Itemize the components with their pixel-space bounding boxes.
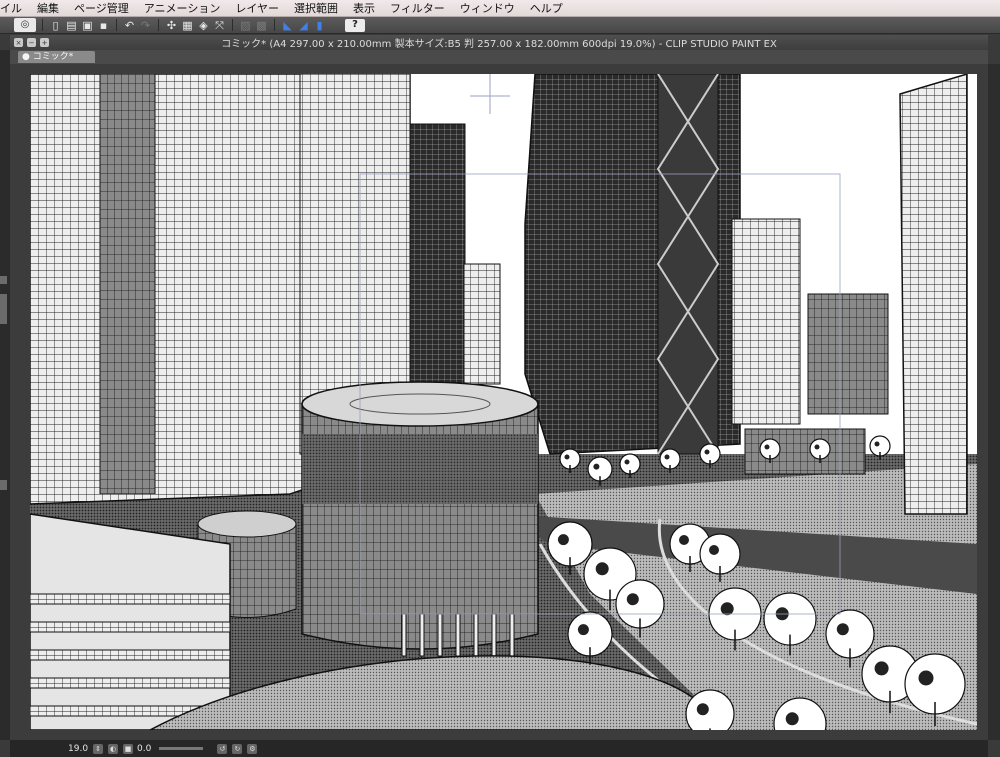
ruler-icon[interactable]: ◣ [281, 19, 294, 32]
balcony-row [30, 621, 231, 633]
braced-frame [657, 74, 719, 455]
toolbar-divider [232, 19, 233, 31]
select-all-icon[interactable]: ▩ [255, 19, 268, 32]
mid-tower [409, 123, 466, 425]
layer-icon[interactable]: ▪ [97, 19, 110, 32]
move-icon[interactable]: ⤧ [213, 19, 226, 32]
menu-selection[interactable]: 選択範囲 [287, 0, 346, 16]
menu-view[interactable]: 表示 [346, 0, 383, 16]
tree-shadow [595, 562, 609, 576]
balcony-row [30, 677, 231, 689]
document-window-titlebar[interactable]: × − + コミック* (A4 297.00 x 210.00mm 製本サイズ:… [10, 35, 988, 50]
zoom-value[interactable]: 19.0 [68, 744, 88, 754]
menu-file[interactable]: イル [0, 0, 30, 16]
drawing-canvas[interactable] [30, 74, 977, 730]
menu-help[interactable]: ヘルプ [523, 0, 571, 16]
tree-shadow [577, 624, 589, 636]
rotate-right-icon[interactable]: ↻ [232, 743, 243, 754]
tree-shadow [704, 449, 710, 455]
right-tower [899, 74, 968, 515]
zoom-stepper-icon[interactable]: ⇕ [93, 743, 104, 754]
document-tab-bar: ● コミック* [10, 50, 988, 64]
open-file-icon[interactable]: ▤ [65, 19, 78, 32]
small-tower [463, 263, 501, 385]
tree-shadow [720, 602, 734, 616]
tree-shadow [874, 661, 889, 676]
tree-shadow [696, 703, 709, 716]
window-title: コミック* (A4 297.00 x 210.00mm 製本サイズ:B5 判 2… [221, 39, 777, 50]
toolbar-divider [158, 19, 159, 31]
tree-shadow [664, 454, 670, 460]
status-bar: 19.0 ⇕ ◐ ■ 0.0 ↺ ↻ ⚙ [10, 740, 988, 757]
cylinder-band [302, 434, 538, 504]
tree-shadow [836, 623, 849, 636]
canvas-area [10, 64, 988, 740]
tree-shadow [624, 459, 630, 465]
tree-shadow [918, 670, 934, 686]
city-illustration [30, 74, 977, 730]
transform-icon[interactable]: ✣ [165, 19, 178, 32]
small-cylinder-roof [197, 510, 297, 538]
rotate-left-icon[interactable]: ↺ [217, 743, 228, 754]
fill-bucket-icon[interactable]: ◈ [197, 19, 210, 32]
panel-grip-icon[interactable] [0, 480, 7, 490]
tree-shadow [564, 454, 570, 460]
angle-value[interactable]: 0.0 [137, 744, 151, 754]
toolbar-divider [274, 19, 275, 31]
balcony-row [30, 593, 231, 605]
save-icon[interactable]: ▣ [81, 19, 94, 32]
menu-animation[interactable]: アニメーション [137, 0, 229, 16]
undo-icon[interactable]: ↶ [123, 19, 136, 32]
menu-filter[interactable]: フィルター [383, 0, 453, 16]
shape-ruler-icon[interactable]: ◢ [297, 19, 310, 32]
cylinder-roof [301, 381, 539, 427]
right-mid-tower [731, 218, 801, 425]
tree-shadow [709, 545, 719, 555]
pillar [437, 613, 443, 657]
menu-layer[interactable]: レイヤー [228, 0, 287, 16]
balcony-row [30, 649, 231, 661]
toolbar-divider [42, 19, 43, 31]
rotation-slider[interactable] [159, 747, 204, 750]
pillar [455, 613, 461, 657]
tab-label: コミック* [32, 52, 74, 62]
tree-shadow [626, 593, 639, 606]
tower-column [99, 74, 156, 495]
deselect-icon[interactable]: ▨ [239, 19, 252, 32]
tab-dot-icon: ● [22, 52, 33, 62]
pen-icon[interactable]: ▮ [313, 19, 326, 32]
tab-comic[interactable]: ● コミック* [18, 51, 96, 63]
panel-grip-icon[interactable] [0, 276, 7, 284]
flip-icon[interactable]: ⚙ [247, 743, 258, 754]
help-icon[interactable]: ? [345, 18, 365, 32]
fill-icon[interactable]: ▦ [181, 19, 194, 32]
tree-shadow [593, 463, 600, 470]
menu-window[interactable]: ウィンドウ [453, 0, 523, 16]
vertical-scrollbar[interactable] [988, 64, 1000, 740]
redo-icon[interactable]: ↷ [139, 19, 152, 32]
menu-edit[interactable]: 編集 [30, 0, 67, 16]
tree-shadow [764, 444, 770, 450]
zoom-fit-icon[interactable]: ◐ [108, 743, 119, 754]
menu-bar: イル 編集 ページ管理 アニメーション レイヤー 選択範囲 表示 フィルター ウ… [0, 0, 1000, 17]
right-low-building [807, 293, 889, 415]
tree-shadow [557, 534, 569, 546]
panel-grip-icon[interactable] [0, 294, 7, 324]
tree-shadow [785, 712, 799, 726]
new-file-icon[interactable]: ▯ [49, 19, 62, 32]
toolbar-divider [116, 19, 117, 31]
pillar [491, 613, 497, 657]
zoom-reset-icon[interactable]: ■ [123, 743, 134, 754]
pillar [419, 613, 425, 657]
tree-shadow [814, 444, 820, 450]
csp-logo-icon[interactable]: ◎ [14, 18, 36, 32]
pillar [473, 613, 479, 657]
menu-page[interactable]: ページ管理 [67, 0, 137, 16]
tree-shadow [679, 535, 689, 545]
command-bar: ◎ ▯ ▤ ▣ ▪ ↶ ↷ ✣ ▦ ◈ ⤧ ▨ ▩ ◣ ◢ ▮ ? [0, 17, 1000, 34]
pillar [401, 613, 407, 657]
pillar [509, 613, 515, 657]
tree-shadow [874, 441, 880, 447]
left-panel-edge [0, 50, 10, 740]
